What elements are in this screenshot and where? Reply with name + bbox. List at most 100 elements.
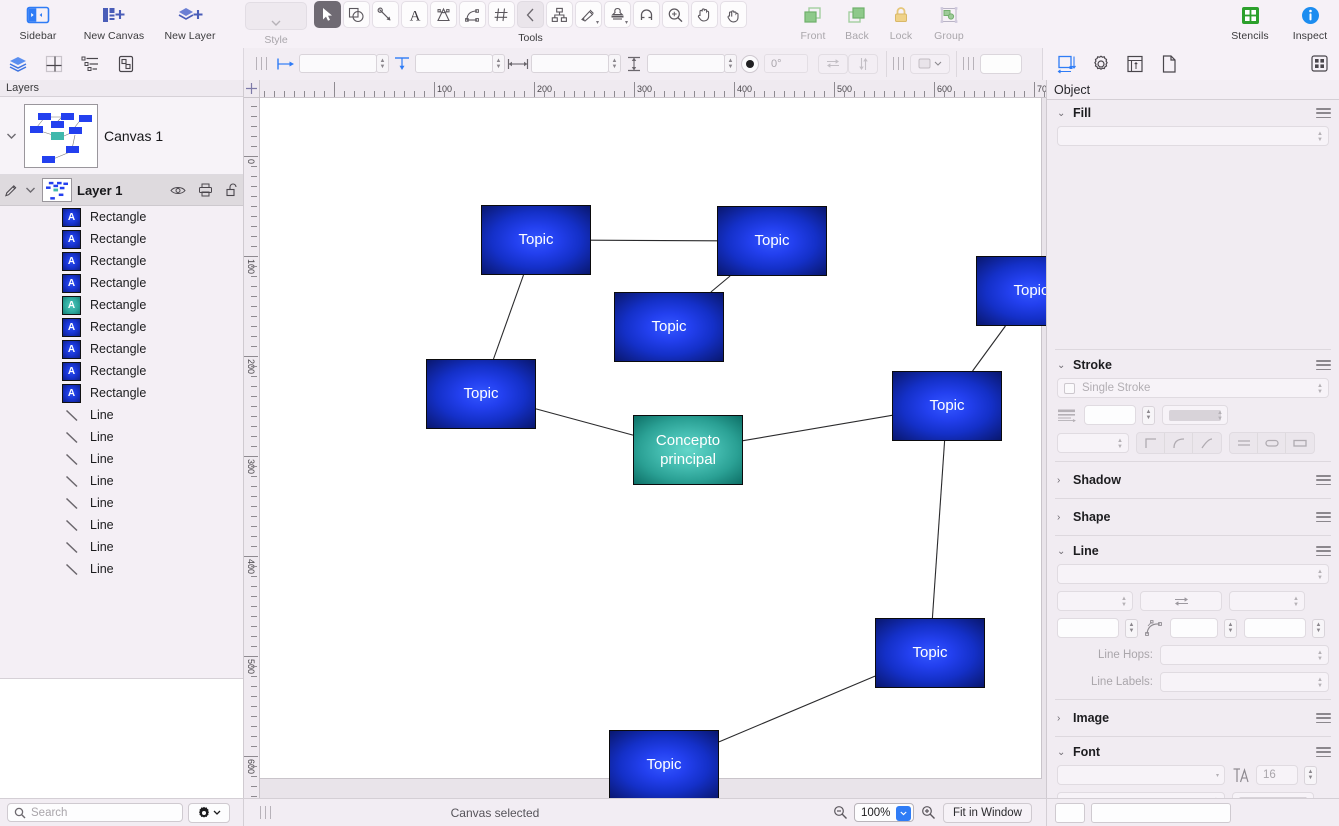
diagram-tool[interactable] xyxy=(546,1,573,28)
flip-horizontal-button[interactable] xyxy=(818,53,848,74)
list-item[interactable]: Line xyxy=(0,404,243,426)
canvas-disclosure-icon[interactable] xyxy=(4,132,18,140)
drag-grip[interactable] xyxy=(963,57,974,70)
angle-tool[interactable] xyxy=(517,1,544,28)
grid-icon[interactable] xyxy=(1305,52,1333,76)
selection-tool[interactable] xyxy=(314,1,341,28)
width-field[interactable] xyxy=(531,54,609,73)
rubber-stamp-tool[interactable]: ▾ xyxy=(604,1,631,28)
eye-icon[interactable] xyxy=(167,185,189,196)
list-item[interactable]: A Rectangle xyxy=(0,206,243,228)
canvas-row[interactable]: Canvas 1 xyxy=(0,97,243,175)
font-family-select[interactable]: ▾ xyxy=(1057,765,1225,785)
cap-butt-icon[interactable] xyxy=(1230,433,1258,453)
shape-style-popup[interactable] xyxy=(910,53,950,74)
list-item[interactable]: Line xyxy=(0,536,243,558)
corner-sharp-icon[interactable] xyxy=(1137,433,1165,453)
zoom-in-icon[interactable] xyxy=(921,805,936,820)
fill-type-select[interactable]: ▲ ▼ xyxy=(1057,126,1329,146)
layer-disclosure-icon[interactable] xyxy=(23,186,37,194)
style-brush-tool[interactable]: ▾ xyxy=(575,1,602,28)
diagram-node[interactable]: Concepto principal xyxy=(633,415,743,485)
document-icon[interactable] xyxy=(1155,52,1183,76)
canvas-size-icon[interactable] xyxy=(1121,52,1149,76)
list-item[interactable]: A Rectangle xyxy=(0,228,243,250)
list-item[interactable]: A Rectangle xyxy=(0,250,243,272)
section-shadow[interactable]: › Shadow xyxy=(1047,464,1339,496)
group-button[interactable]: Group xyxy=(923,0,975,48)
zoom-tool[interactable] xyxy=(662,1,689,28)
height-field[interactable] xyxy=(647,54,725,73)
drag-grip[interactable] xyxy=(893,57,904,70)
connection-line[interactable] xyxy=(931,440,946,619)
cap-square-icon[interactable] xyxy=(1286,433,1314,453)
stroke-dash-select[interactable]: ▲ ▼ xyxy=(1057,433,1129,453)
status-text-field[interactable] xyxy=(1091,802,1231,823)
stroke-color-well[interactable]: ▲ ▼ xyxy=(1162,405,1228,425)
section-image[interactable]: › Image xyxy=(1047,702,1339,734)
list-item[interactable]: Line xyxy=(0,558,243,580)
line-head-select[interactable]: ▲ ▼ xyxy=(1057,591,1133,611)
cap-style-segments[interactable] xyxy=(1229,432,1315,454)
canvas-paper[interactable]: Topic Topic Topic Topic Topic Topic Concepto p… xyxy=(260,98,1046,798)
line-head-size-stepper[interactable]: ▲ ▼ xyxy=(1125,618,1138,638)
inspect-button[interactable]: Inspect xyxy=(1281,0,1339,48)
rotation-field[interactable]: 0° xyxy=(764,54,808,73)
section-fill[interactable]: ⌄ Fill xyxy=(1047,100,1339,126)
text-tool[interactable]: A xyxy=(401,1,428,28)
section-font[interactable]: ⌄ Font xyxy=(1047,739,1339,765)
line-tail-size-stepper[interactable]: ▲ ▼ xyxy=(1312,618,1325,638)
x-position-stepper[interactable]: ▲ ▼ xyxy=(376,54,389,73)
color-well[interactable] xyxy=(980,53,1022,74)
line-tail-size-field[interactable] xyxy=(1244,618,1306,638)
connection-line[interactable] xyxy=(590,239,718,242)
line-corner-radius-field[interactable] xyxy=(1170,618,1218,638)
chevron-down-icon[interactable]: ⌄ xyxy=(1057,108,1067,119)
section-menu-icon[interactable] xyxy=(1316,512,1331,522)
line-swap-ends-button[interactable] xyxy=(1140,591,1222,611)
width-stepper[interactable]: ▲ ▼ xyxy=(608,54,621,73)
line-hops-select[interactable]: ▲ ▼ xyxy=(1160,645,1329,665)
fit-in-window-button[interactable]: Fit in Window xyxy=(942,802,1032,823)
chevron-right-icon[interactable]: › xyxy=(1057,512,1067,523)
list-item[interactable]: A Rectangle xyxy=(0,316,243,338)
list-item[interactable]: Line xyxy=(0,514,243,536)
line-corner-radius-stepper[interactable]: ▲ ▼ xyxy=(1224,618,1237,638)
layer-row[interactable]: Layer 1 xyxy=(0,175,243,206)
diagram-node[interactable]: Topic xyxy=(426,359,536,429)
diagram-node[interactable]: Topic xyxy=(875,618,985,688)
chevron-right-icon[interactable]: › xyxy=(1057,713,1067,724)
font-size-stepper[interactable]: ▲ ▼ xyxy=(1304,765,1317,785)
connection-line[interactable] xyxy=(535,408,634,436)
y-position-stepper[interactable]: ▲ ▼ xyxy=(492,54,505,73)
height-stepper[interactable]: ▲ ▼ xyxy=(724,54,737,73)
list-item[interactable]: Line xyxy=(0,426,243,448)
contents-icon[interactable] xyxy=(112,52,140,76)
outline-icon[interactable] xyxy=(76,52,104,76)
zoom-out-icon[interactable] xyxy=(833,805,848,820)
section-menu-icon[interactable] xyxy=(1316,475,1331,485)
x-position-field[interactable] xyxy=(299,54,377,73)
section-menu-icon[interactable] xyxy=(1316,360,1331,370)
rotation-dial[interactable] xyxy=(741,54,759,73)
lock-button[interactable]: Lock xyxy=(879,0,923,48)
browse-tool[interactable] xyxy=(720,1,747,28)
table-tool[interactable] xyxy=(488,1,515,28)
list-item[interactable]: A Rectangle xyxy=(0,360,243,382)
connection-line[interactable] xyxy=(492,274,525,360)
section-menu-icon[interactable] xyxy=(1316,713,1331,723)
section-line[interactable]: ⌄ Line xyxy=(1047,538,1339,564)
status-color-well[interactable] xyxy=(1055,802,1085,823)
pencil-icon[interactable] xyxy=(4,183,18,198)
shape-tool[interactable] xyxy=(343,1,370,28)
line-head-size-field[interactable] xyxy=(1057,618,1119,638)
list-item[interactable]: Line xyxy=(0,470,243,492)
sidebar-button[interactable]: Sidebar xyxy=(0,0,76,48)
chevron-down-icon[interactable]: ⌄ xyxy=(1057,546,1067,557)
diagram-node[interactable]: Topic xyxy=(614,292,724,362)
gear-icon[interactable] xyxy=(1087,52,1115,76)
list-item[interactable]: A Rectangle xyxy=(0,272,243,294)
canvas-scroll-view[interactable]: Topic Topic Topic Topic Topic Topic Concepto p… xyxy=(260,98,1046,798)
drag-grip[interactable] xyxy=(256,57,267,70)
magnet-tool[interactable] xyxy=(633,1,660,28)
